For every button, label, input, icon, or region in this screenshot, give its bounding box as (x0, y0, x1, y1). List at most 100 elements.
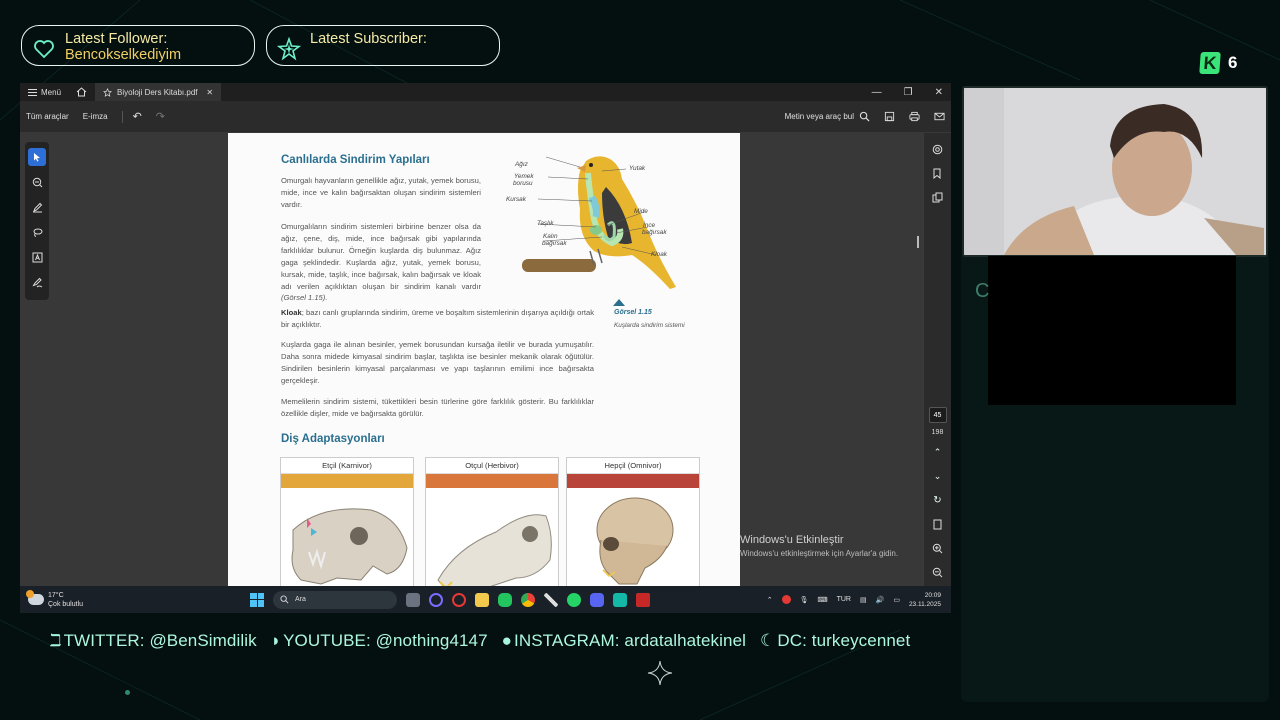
page-number-input[interactable]: 45 (928, 407, 947, 423)
taskbar-search[interactable]: Ara (273, 590, 397, 609)
home-button[interactable] (69, 87, 93, 97)
weather-desc: Çok bulutlu (48, 600, 84, 608)
weather-widget[interactable]: 17°C Çok bulutlu (20, 590, 250, 609)
whatsapp-icon[interactable] (567, 592, 581, 607)
comment-tool[interactable] (28, 173, 46, 191)
social-discord: ☾ DC: turkeycennet (760, 631, 910, 651)
minimize-button[interactable]: — (872, 87, 882, 98)
email-icon[interactable] (934, 111, 945, 122)
search-icon (859, 111, 870, 122)
save-icon[interactable] (884, 111, 895, 122)
file-explorer-icon[interactable] (475, 592, 489, 607)
pen-app-icon[interactable] (544, 592, 558, 607)
menu-button[interactable]: Menü (20, 88, 69, 97)
figure-reference: (Görsel 1.15). (281, 293, 328, 303)
label-kalin-bagirsak: bağırsak (542, 240, 567, 247)
select-tool[interactable] (28, 148, 46, 166)
menu-label: Menü (41, 87, 62, 97)
text-box-icon (32, 252, 42, 262)
battery-icon[interactable]: ▭ (893, 596, 900, 604)
paragraph-4: Memelilerin sindirim sistemi, tükettikle… (281, 397, 594, 418)
social-instagram: ● INSTAGRAM: ardatalhatekinel (502, 631, 746, 651)
latest-subscriber-title: Latest Subscriber: (310, 31, 427, 47)
label-ince: İnce (643, 222, 656, 229)
black-overlay-box (988, 256, 1236, 405)
paragraph-2: Omurgalıların sindirim sistemleri birbir… (281, 221, 481, 305)
card-image-carnivore (281, 474, 413, 586)
paragraph-1: Omurgalı hayvanların genellikle ağız, yu… (281, 176, 481, 209)
start-button[interactable] (250, 592, 264, 607)
star-outline-icon (103, 87, 112, 97)
refresh-icon: ↻ (933, 494, 942, 506)
figure-marker-icon (613, 299, 625, 306)
maximize-button[interactable]: ❐ (904, 87, 913, 98)
page-fit-button[interactable] (930, 516, 946, 532)
document-tab[interactable]: Biyoloji Ders Kitabı.pdf ✕ (95, 83, 222, 101)
spiral-icon (932, 144, 943, 154)
tab-title: Biyoloji Ders Kitabı.pdf (117, 87, 198, 97)
zoom-out-button[interactable] (930, 564, 946, 580)
text-tool[interactable] (28, 248, 46, 266)
undo-icon[interactable]: ↶ (133, 110, 142, 123)
line-app-icon[interactable] (498, 592, 512, 607)
ai-assistant-button[interactable] (930, 141, 946, 157)
tray-app-icon[interactable] (781, 595, 791, 604)
all-tools-button[interactable]: Tüm araçlar (26, 112, 69, 121)
kloak-term: Kloak (281, 308, 302, 317)
chrome-icon[interactable] (521, 592, 535, 607)
kick-viewer-badge: K 6 (1199, 52, 1237, 74)
label-borusu: borusu (513, 180, 533, 187)
tray-chevron-up-icon[interactable]: ⌃ (767, 596, 773, 604)
card-title: Otçul (Herbivor) (426, 458, 558, 474)
label-mide: Mide (634, 208, 648, 215)
task-view-icon[interactable] (406, 592, 420, 607)
social-youtube: ◗ YOUTUBE: @nothing4147 (271, 631, 488, 651)
copy-pages-icon (932, 192, 943, 202)
acrobat-icon[interactable] (636, 592, 650, 607)
side-glyph: C (975, 280, 990, 302)
highlight-tool[interactable] (28, 198, 46, 216)
search-icon (280, 595, 289, 604)
page-down-button[interactable]: ⌄ (930, 468, 946, 484)
pages-button[interactable] (930, 189, 946, 205)
instagram-text: INSTAGRAM: ardatalhatekinel (514, 631, 747, 650)
find-tool-search[interactable]: Metin veya araç bul (785, 111, 870, 122)
card-image-herbivore (426, 474, 558, 586)
cloud-icon (26, 590, 44, 605)
webcam-feed (962, 86, 1268, 257)
pen-icon (32, 202, 42, 212)
cortana-icon[interactable] (429, 592, 443, 607)
clock-time: 20:09 (924, 591, 941, 599)
label-yutak: Yutak (629, 165, 646, 172)
taskbar-clock[interactable]: 20:09 23.11.2025 (909, 591, 941, 609)
weather-temp: 17°C (48, 591, 64, 599)
redo-icon[interactable]: ↷ (156, 110, 165, 123)
esign-button[interactable]: E-imza (83, 112, 108, 121)
discord-icon[interactable] (590, 592, 604, 607)
streamer-image (964, 88, 1266, 255)
paragraph-3: Kuşlarda gaga ile alınan besinler, yemek… (281, 340, 594, 385)
opera-icon[interactable] (452, 592, 466, 607)
print-icon[interactable] (909, 111, 920, 122)
language-indicator[interactable]: TUR (837, 596, 851, 603)
find-tool-label: Metin veya araç bul (784, 112, 854, 121)
taskbar-search-label: Ara (295, 596, 306, 603)
document-view[interactable]: Canlılarda Sindirim Yapıları Omurgalı ha… (20, 133, 951, 586)
scrollbar-thumb[interactable] (917, 236, 919, 248)
draw-tool[interactable] (28, 223, 46, 241)
zoom-in-button[interactable] (930, 540, 946, 556)
page-up-button[interactable]: ⌃ (930, 444, 946, 460)
acrobat-window: Menü Biyoloji Ders Kitabı.pdf ✕ — ❐ ✕ Tü… (20, 83, 951, 586)
keyboard-icon[interactable]: ⌨ (817, 596, 827, 604)
zoom-in-icon (932, 543, 943, 553)
close-button[interactable]: ✕ (935, 87, 943, 98)
microphone-icon[interactable]: 🎙 (800, 596, 809, 604)
tab-close-icon[interactable]: ✕ (206, 88, 213, 97)
refresh-button[interactable]: ↻ (930, 492, 946, 508)
bookmarks-button[interactable] (930, 165, 946, 181)
sign-tool[interactable] (28, 273, 46, 291)
network-icon[interactable]: ▤ (860, 596, 867, 604)
volume-icon[interactable]: 🔊 (876, 596, 885, 604)
media-app-icon[interactable] (613, 592, 627, 607)
signature-icon (31, 277, 42, 287)
